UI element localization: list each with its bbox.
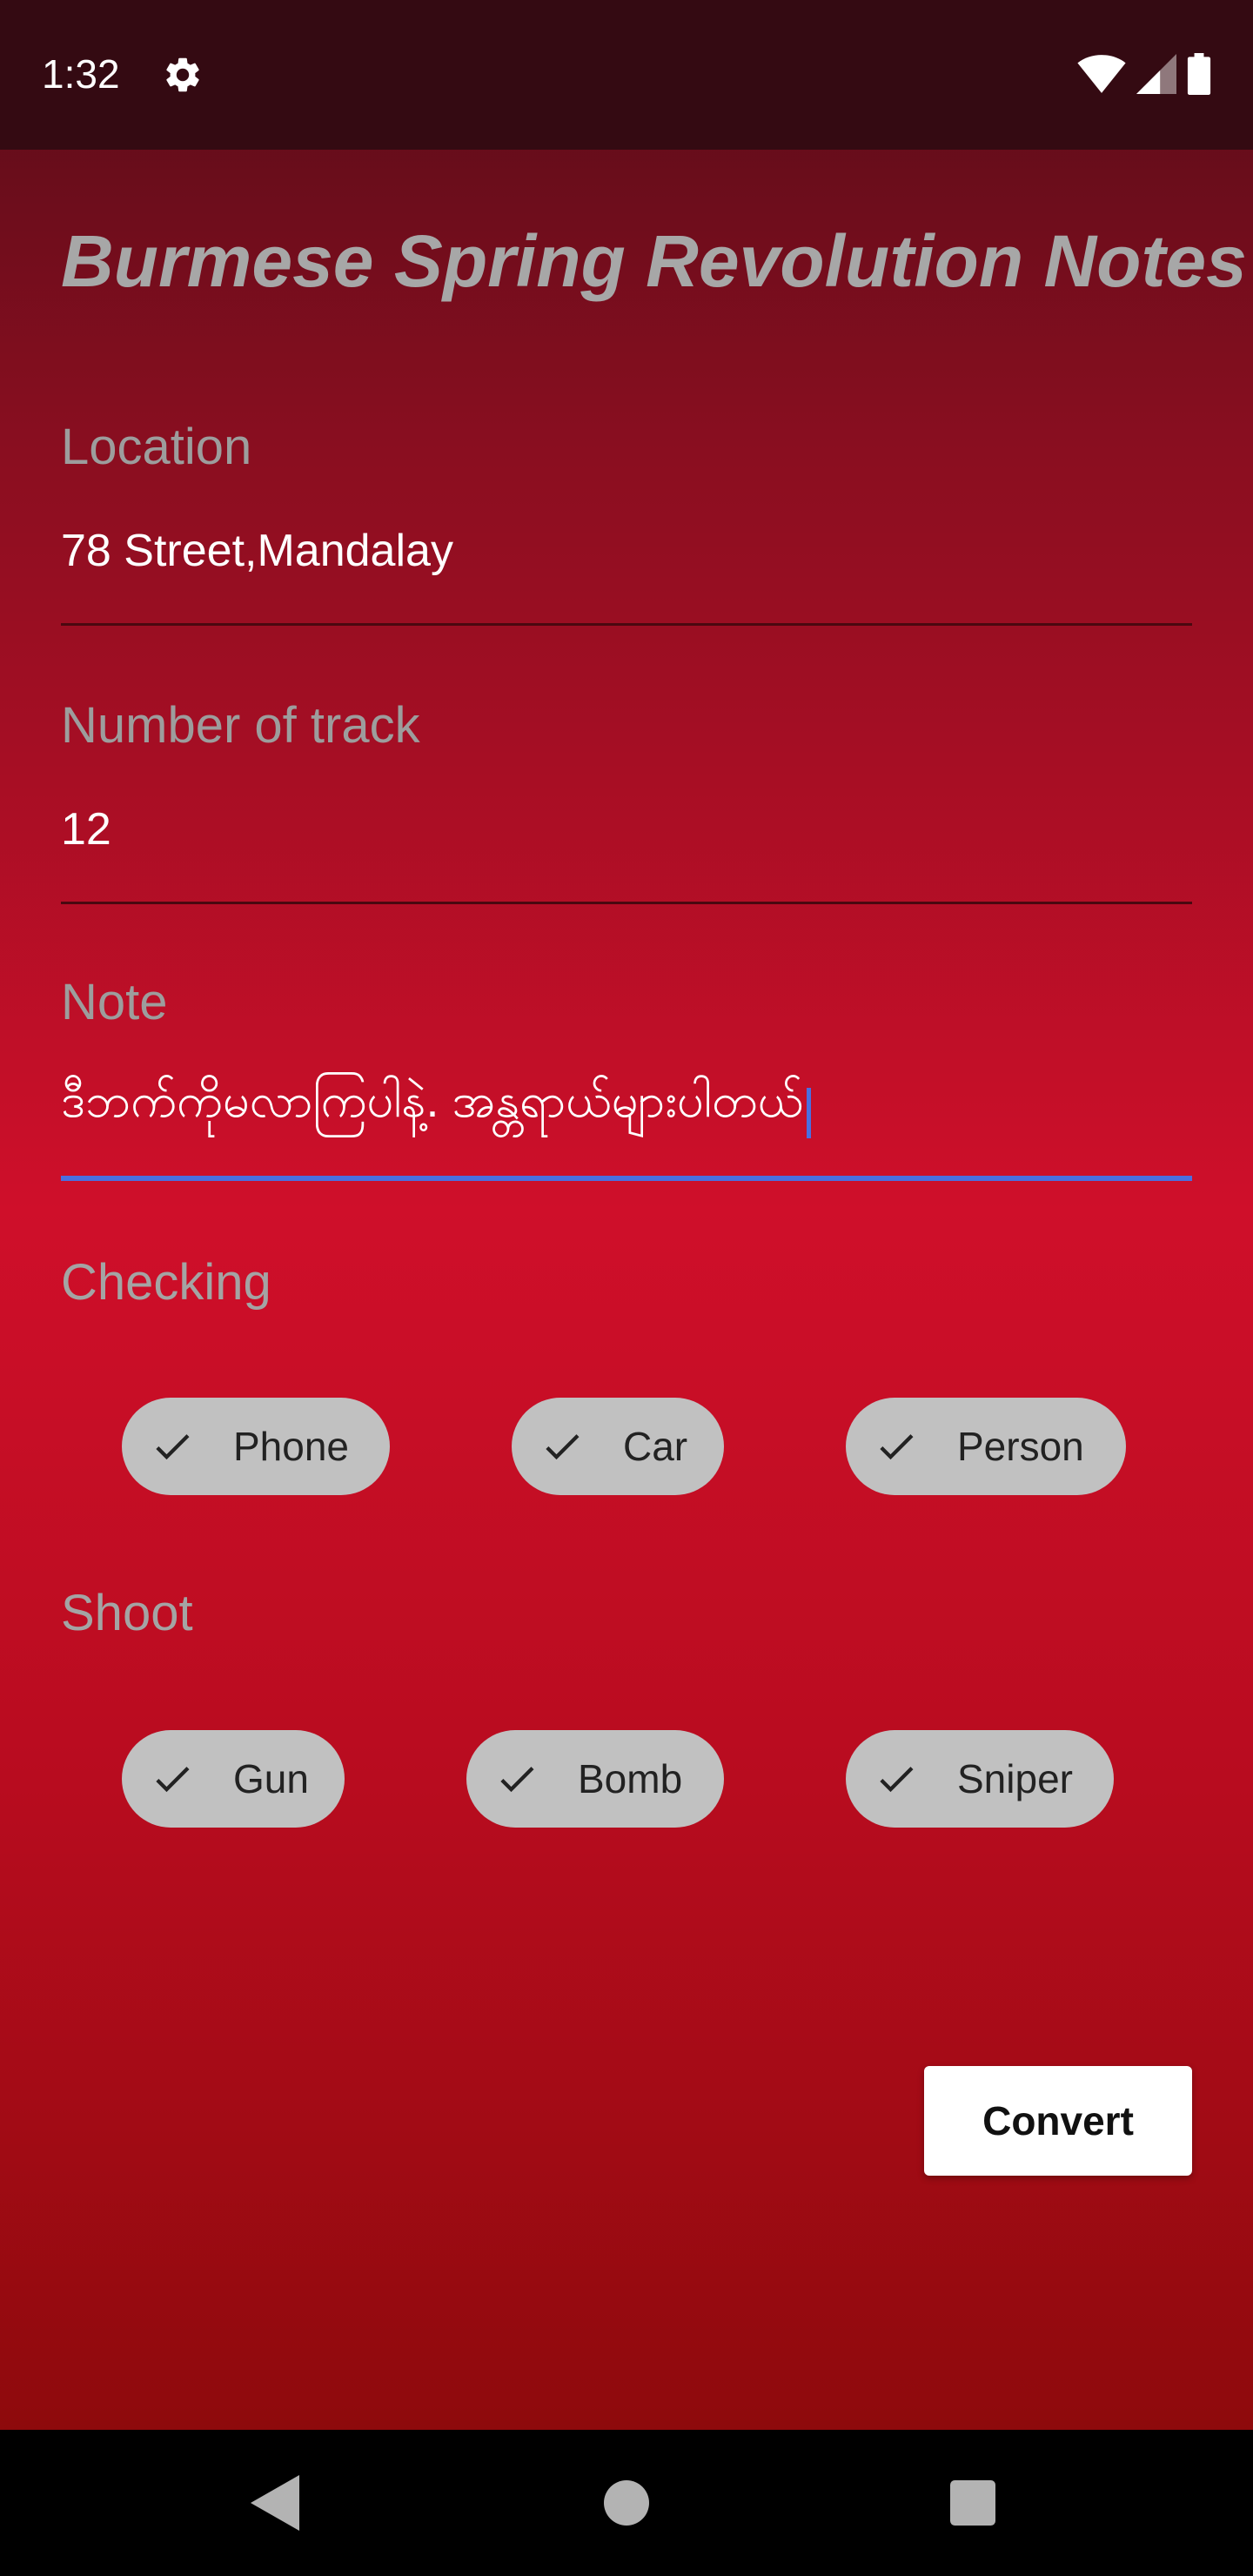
app-screen: 1:32 Burmese Spring Revolution Notes Loc… <box>0 0 1253 2430</box>
system-icons <box>1077 52 1211 96</box>
location-input[interactable]: 78 Street,Mandalay <box>61 525 1192 577</box>
gear-icon <box>166 57 199 92</box>
check-icon <box>880 1434 914 1460</box>
shoot-label: Shoot <box>61 1585 193 1641</box>
note-input[interactable]: ဒီဘက်ကိုမလာကြပါနဲ့. အန္တရာယ်များပါတယ် <box>61 1075 803 1127</box>
check-icon <box>156 1434 190 1460</box>
note-label: Note <box>61 974 168 1030</box>
chip-car[interactable]: Car <box>512 1398 724 1495</box>
checking-label: Checking <box>61 1254 271 1311</box>
back-button[interactable] <box>202 2430 348 2576</box>
recents-icon <box>950 2480 995 2526</box>
home-button[interactable] <box>553 2430 700 2576</box>
note-input-row[interactable]: ဒီဘက်ကိုမလာကြပါနဲ့. အန္တရာယ်များပါတယ် <box>61 1071 1192 1140</box>
home-icon <box>604 2480 649 2526</box>
battery-icon <box>1187 53 1211 95</box>
location-field[interactable]: Location 78 Street,Mandalay <box>61 418 1192 627</box>
track-input[interactable]: 12 <box>61 803 1192 855</box>
location-label: Location <box>61 419 252 475</box>
status-time: 1:32 <box>42 51 120 97</box>
app-title: Burmese Spring Revolution Notes <box>61 220 1247 302</box>
navigation-bar <box>0 2430 1253 2576</box>
track-label: Number of track <box>61 697 420 754</box>
chip-label: Sniper <box>957 1756 1073 1801</box>
check-icon <box>880 1767 914 1793</box>
chip-label: Person <box>957 1424 1084 1469</box>
location-underline <box>61 623 1192 626</box>
chip-gun[interactable]: Gun <box>122 1730 345 1828</box>
note-field[interactable]: Note ဒီဘက်ကိုမလာကြပါနဲ့. အန္တရာယ်များပါတ… <box>61 973 1192 1185</box>
chip-sniper[interactable]: Sniper <box>846 1730 1114 1828</box>
wifi-icon <box>1077 55 1126 93</box>
chip-label: Bomb <box>578 1756 683 1801</box>
note-underline <box>61 1176 1192 1181</box>
signal-icon <box>1136 54 1176 94</box>
chip-bomb[interactable]: Bomb <box>466 1730 724 1828</box>
chip-label: Gun <box>233 1756 309 1801</box>
status-bar: 1:32 <box>0 0 1253 150</box>
chip-label: Car <box>623 1424 688 1469</box>
chip-label: Phone <box>233 1424 350 1469</box>
text-caret <box>807 1087 812 1138</box>
chip-phone[interactable]: Phone <box>122 1398 390 1495</box>
check-icon <box>546 1434 580 1460</box>
chip-person[interactable]: Person <box>846 1398 1126 1495</box>
convert-button[interactable]: Convert <box>924 2066 1192 2176</box>
check-icon <box>500 1767 534 1793</box>
back-icon <box>251 2475 299 2531</box>
track-field[interactable]: Number of track 12 <box>61 696 1192 905</box>
recents-button[interactable] <box>900 2430 1046 2576</box>
check-icon <box>156 1767 190 1793</box>
track-underline <box>61 902 1192 904</box>
